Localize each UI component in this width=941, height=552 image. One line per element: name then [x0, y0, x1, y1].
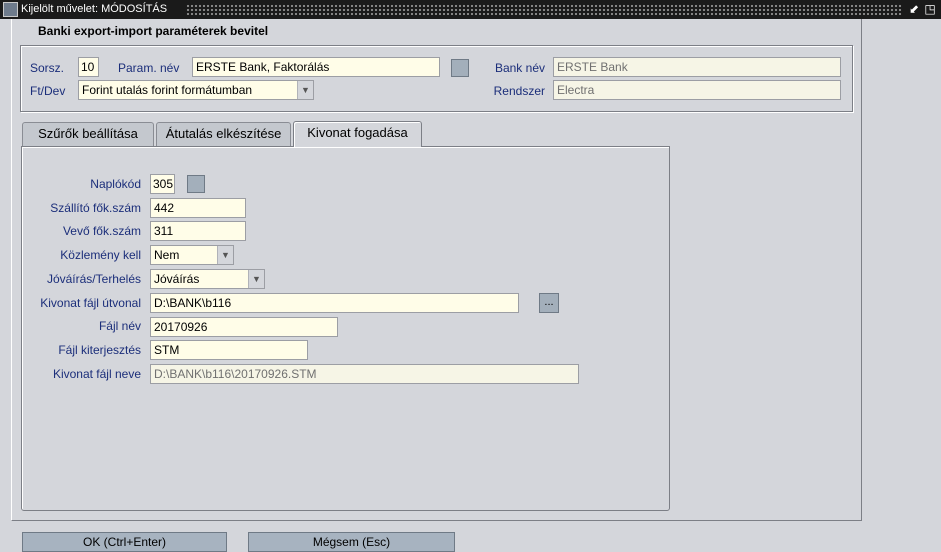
- tab-atutalas-elkeszitese[interactable]: Átutalás elkészítése: [156, 122, 291, 146]
- sorsz-label: Sorsz.: [30, 61, 65, 75]
- cancel-button[interactable]: Mégsem (Esc): [248, 532, 455, 552]
- kozlemeny-select-value: Nem: [154, 248, 180, 262]
- fajlnev-label: Fájl név: [98, 319, 141, 333]
- fajlnev-input[interactable]: 20170926: [150, 317, 338, 337]
- restore-window-icon[interactable]: ⬋: [907, 2, 921, 16]
- ftdev-select[interactable]: Forint utalás forint formátumban ▼: [78, 80, 314, 100]
- title-bar-pattern: [186, 4, 902, 15]
- szallito-label: Szállító fők.szám: [50, 201, 141, 215]
- window-title-bar[interactable]: Kijelölt művelet: MÓDOSÍTÁS ⬋ ◳: [0, 0, 941, 19]
- maximize-window-icon[interactable]: ◳: [923, 2, 937, 16]
- browse-button[interactable]: ...: [539, 293, 559, 313]
- jovairas-select[interactable]: Jóváírás ▼: [150, 269, 265, 289]
- naplokod-lookup-button[interactable]: [187, 175, 205, 193]
- app-icon: [3, 2, 18, 17]
- naplokod-label: Naplókód: [90, 177, 141, 191]
- jovairas-select-value: Jóváírás: [154, 272, 200, 286]
- bank-nev-label: Bank név: [494, 61, 545, 75]
- vevo-input[interactable]: 311: [150, 221, 246, 241]
- sorsz-input[interactable]: 10: [78, 57, 99, 77]
- window-title: Kijelölt művelet: MÓDOSÍTÁS: [21, 3, 168, 15]
- header-group-box: [20, 45, 853, 112]
- param-nev-label: Param. név: [118, 61, 180, 75]
- kivonat-neve-label: Kivonat fájl neve: [52, 367, 141, 381]
- kozlemeny-select[interactable]: Nem ▼: [150, 245, 234, 265]
- ftdev-label: Ft/Dev: [30, 84, 66, 98]
- vevo-label: Vevő fők.szám: [62, 224, 141, 238]
- rendszer-field: Electra: [553, 80, 841, 100]
- rendszer-label: Rendszer: [493, 84, 545, 98]
- chevron-down-icon[interactable]: ▼: [217, 246, 233, 264]
- param-lookup-button[interactable]: [451, 59, 469, 77]
- ok-button[interactable]: OK (Ctrl+Enter): [22, 532, 227, 552]
- naplokod-input[interactable]: 305: [150, 174, 175, 194]
- kivonat-neve-field: D:\BANK\b116\20170926.STM: [150, 364, 579, 384]
- chevron-down-icon[interactable]: ▼: [297, 81, 313, 99]
- frame-title: Banki export-import paraméterek bevitel: [38, 24, 269, 38]
- tab-szurok-beallitasa[interactable]: Szűrők beállítása: [22, 122, 154, 146]
- kozlemeny-label: Közlemény kell: [60, 248, 141, 262]
- kiterjesztes-label: Fájl kiterjesztés: [58, 343, 141, 357]
- ftdev-select-value: Forint utalás forint formátumban: [82, 83, 253, 97]
- szallito-input[interactable]: 442: [150, 198, 246, 218]
- utvonal-label: Kivonat fájl útvonal: [40, 296, 141, 310]
- bank-nev-field: ERSTE Bank: [553, 57, 841, 77]
- kiterjesztes-input[interactable]: STM: [150, 340, 308, 360]
- param-nev-input[interactable]: ERSTE Bank, Faktorálás: [192, 57, 440, 77]
- chevron-down-icon[interactable]: ▼: [248, 270, 264, 288]
- jovairas-label: Jóváírás/Terhelés: [46, 272, 141, 286]
- utvonal-input[interactable]: D:\BANK\b116: [150, 293, 519, 313]
- tab-kivonat-fogadasa[interactable]: Kivonat fogadása: [293, 121, 422, 147]
